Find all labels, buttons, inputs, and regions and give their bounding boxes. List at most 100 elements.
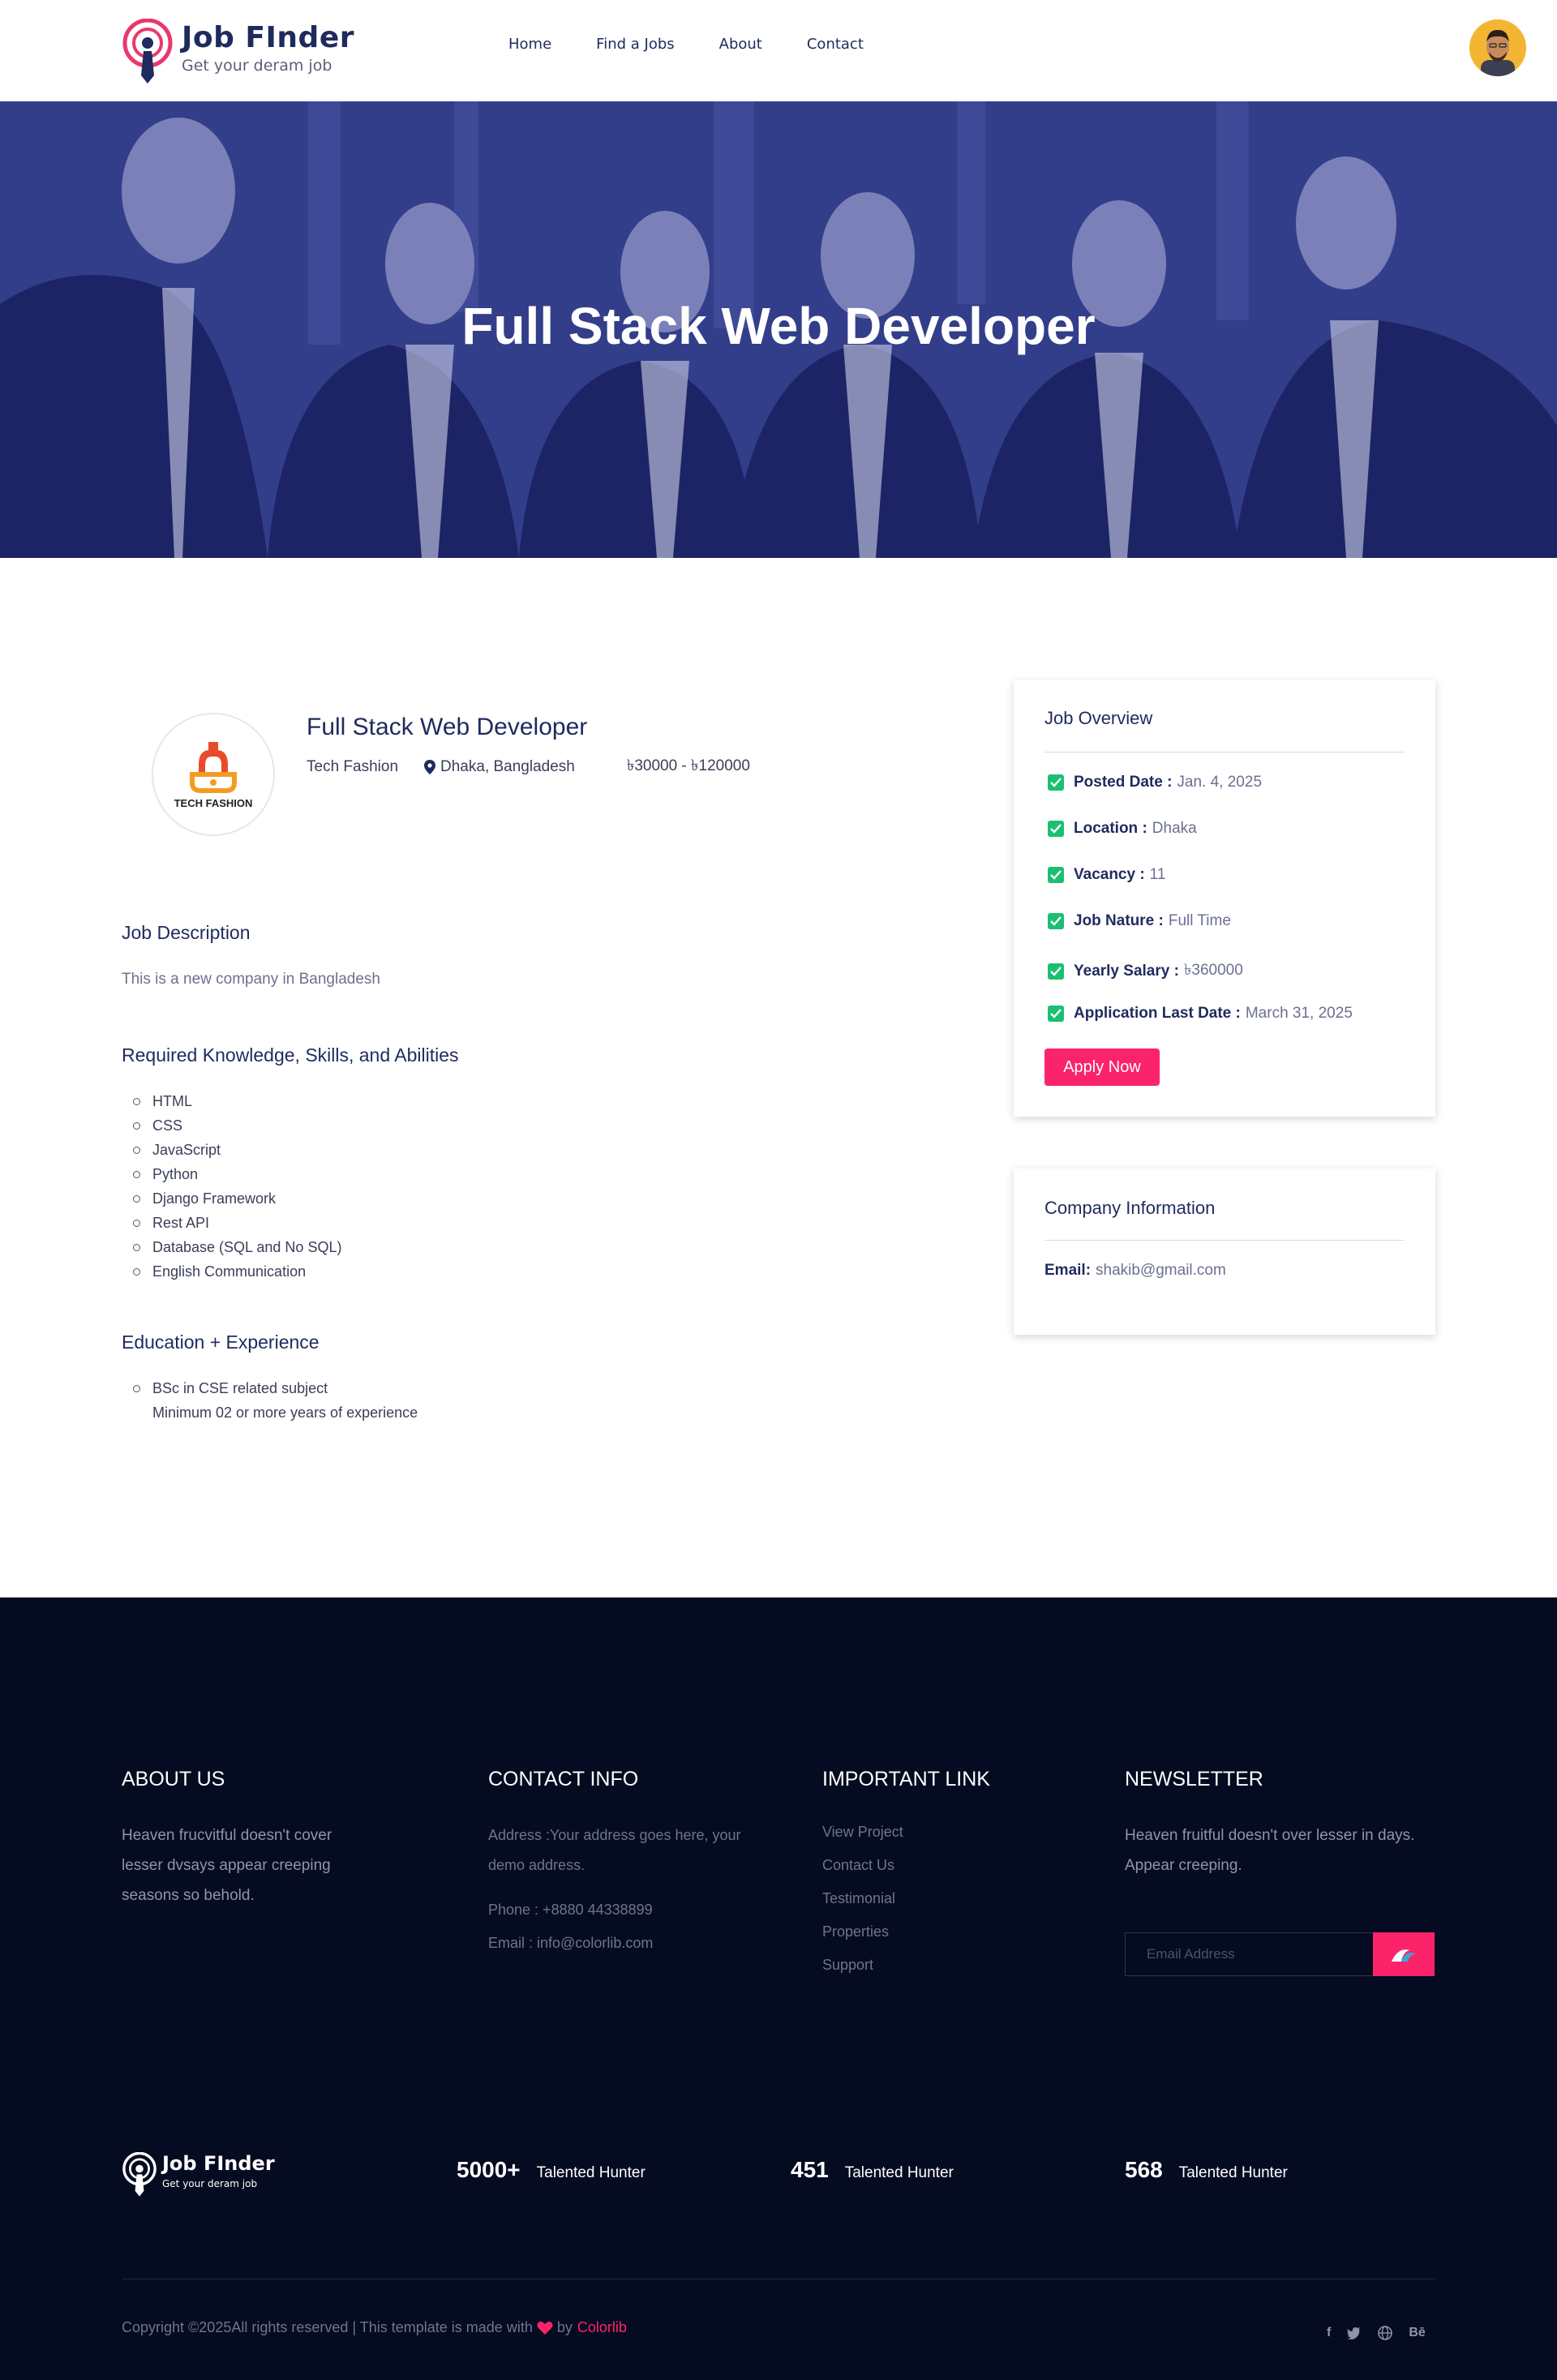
copyright-by: by [556, 2319, 573, 2335]
map-marker-icon [424, 760, 436, 774]
company-email: Email: shakib@gmail.com [1044, 1262, 1226, 1280]
overview-location: Location : Dhaka [1048, 820, 1197, 838]
job-company: Tech Fashion [307, 758, 399, 775]
job-description-title: Job Description [122, 922, 251, 943]
overview-value: 11 [1149, 866, 1166, 883]
footer-link-support[interactable]: Support [822, 1949, 1033, 1982]
company-info-title: Company Information [1044, 1198, 1216, 1218]
job-salary: ৳30000 - ৳120000 [626, 757, 750, 774]
logo-title: Job FInder [182, 21, 354, 54]
list-item: CSS [133, 1113, 341, 1138]
site-footer [0, 1597, 1557, 2380]
footer-contact-email: Email : info@colorlib.com [488, 1935, 654, 1951]
education-list: BSc in CSE related subject Minimum 02 or… [133, 1376, 418, 1425]
list-item: BSc in CSE related subject [133, 1376, 418, 1400]
footer-links-title: IMPORTANT LINK [822, 1768, 990, 1790]
nav-contact[interactable]: Contact [807, 32, 864, 57]
twitter-icon[interactable] [1347, 2326, 1362, 2339]
skills-list: HTML CSS JavaScript Python Django Framew… [133, 1089, 341, 1284]
check-icon [1048, 867, 1064, 883]
hero-banner: Full Stack Web Developer [0, 101, 1557, 558]
overview-label: Posted Date : [1074, 774, 1173, 791]
footer-link-contact-us[interactable]: Contact Us [822, 1849, 1033, 1882]
nav-home[interactable]: Home [508, 32, 551, 57]
job-location: Dhaka, Bangladesh [424, 754, 601, 780]
overview-value: Jan. 4, 2025 [1177, 774, 1263, 791]
check-icon [1048, 963, 1064, 980]
stat-item: 451 Talented Hunter [791, 2157, 954, 2183]
overview-vacancy: Vacancy : 11 [1048, 866, 1165, 884]
overview-label: Location : [1074, 820, 1147, 837]
check-icon [1048, 821, 1064, 837]
overview-yearly-salary: Yearly Salary : ৳360000 [1048, 958, 1243, 984]
list-item: Rest API [133, 1211, 341, 1235]
behance-icon[interactable]: Bē [1409, 2326, 1425, 2340]
check-icon [1048, 913, 1064, 929]
footer-about-title: ABOUT US [122, 1768, 225, 1790]
overview-job-nature: Job Nature : Full Time [1048, 912, 1231, 930]
footer-newsletter: NEWSLETTER Heaven fruitful doesn't over … [1125, 1768, 1433, 1880]
list-item: Database (SQL and No SQL) [133, 1235, 341, 1259]
facebook-icon[interactable]: f [1327, 2326, 1331, 2340]
stat-label: Talented Hunter [536, 2164, 646, 2181]
apply-now-button[interactable]: Apply Now [1044, 1048, 1160, 1086]
job-overview-card: Job Overview Posted Date : Jan. 4, 2025 … [1014, 680, 1435, 1117]
paper-plane-icon [1392, 1949, 1416, 1962]
site-header: Job FInder Get your deram job Home Find … [0, 0, 1557, 101]
overview-label: Yearly Salary : [1074, 963, 1179, 980]
job-location-text: Dhaka, Bangladesh [440, 758, 575, 775]
check-icon [1048, 774, 1064, 791]
newsletter-form [1125, 1932, 1435, 1976]
overview-value: Dhaka [1152, 820, 1197, 837]
footer-logo-subtitle: Get your deram job [162, 2178, 258, 2189]
nav-find-jobs[interactable]: Find a Jobs [596, 32, 674, 57]
tech-fashion-logo-icon: TECH FASHION [174, 742, 253, 809]
footer-logo-title: Job FInder [162, 2152, 275, 2175]
overview-last-date: Application Last Date : March 31, 2025 [1048, 1005, 1353, 1023]
newsletter-submit-button[interactable] [1373, 1932, 1435, 1976]
footer-newsletter-title: NEWSLETTER [1125, 1768, 1263, 1790]
avatar-face-icon [1469, 19, 1526, 76]
footer-contact-title: CONTACT INFO [488, 1768, 639, 1790]
job-description-text: This is a new company in Bangladesh [122, 971, 380, 988]
logo-pin-icon [122, 19, 173, 84]
footer-contact: CONTACT INFO Address :Your address goes … [488, 1768, 756, 1958]
overview-posted-date: Posted Date : Jan. 4, 2025 [1048, 774, 1262, 791]
stat-label: Talented Hunter [1178, 2164, 1288, 2181]
divider [1044, 1240, 1405, 1241]
list-item: English Communication [133, 1259, 341, 1284]
company-info-card: Company Information Email: shakib@gmail.… [1014, 1169, 1435, 1335]
footer-logo[interactable]: Job FInder Get your deram job [122, 2151, 284, 2199]
site-logo[interactable]: Job FInder Get your deram job [122, 16, 365, 85]
overview-value: Full Time [1168, 912, 1231, 929]
list-item: Python [133, 1162, 341, 1186]
footer-link-properties[interactable]: Properties [822, 1915, 1033, 1949]
hero-title: Full Stack Web Developer [461, 297, 1096, 355]
divider [1044, 752, 1405, 753]
skills-title: Required Knowledge, Skills, and Abilitie… [122, 1044, 459, 1066]
list-item: Minimum 02 or more years of experience [152, 1404, 418, 1421]
copyright: Copyright ©2025All rights reserved | Thi… [122, 2319, 627, 2336]
colorlib-link[interactable]: Colorlib [577, 2319, 627, 2336]
user-avatar[interactable] [1469, 19, 1526, 76]
stat-item: 568 Talented Hunter [1125, 2157, 1288, 2183]
check-icon [1048, 1006, 1064, 1022]
company-email-label: Email: [1044, 1262, 1092, 1279]
footer-contact-address: Address :Your address goes here, your de… [488, 1827, 741, 1873]
footer-link-testimonial[interactable]: Testimonial [822, 1882, 1033, 1915]
footer-link-view-project[interactable]: View Project [822, 1816, 1033, 1849]
nav-about[interactable]: About [719, 32, 762, 57]
heart-icon [537, 2321, 553, 2335]
newsletter-email-input[interactable] [1126, 1933, 1373, 1975]
list-item: Django Framework [133, 1186, 341, 1211]
stat-number: 451 [791, 2157, 829, 2182]
footer-logo-pin-icon [122, 2152, 157, 2197]
company-email-value[interactable]: shakib@gmail.com [1096, 1262, 1226, 1280]
stat-label: Talented Hunter [844, 2164, 954, 2181]
footer-links: IMPORTANT LINK View Project Contact Us T… [822, 1768, 1033, 1982]
main-nav: Home Find a Jobs About Contact [508, 32, 908, 57]
company-logo-text: TECH FASHION [174, 797, 253, 809]
social-links: f Bē [1327, 2326, 1426, 2340]
globe-icon[interactable] [1378, 2326, 1393, 2340]
list-item: HTML [133, 1089, 341, 1113]
